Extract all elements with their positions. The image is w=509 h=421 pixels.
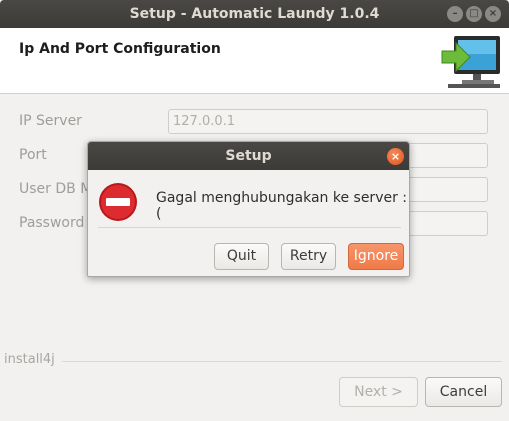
dialog-message: Gagal menghubungakan ke server :(: [156, 190, 408, 222]
dialog-titlebar: Setup ×: [88, 142, 409, 170]
ip-server-label: IP Server: [19, 113, 82, 129]
footer-divider: [62, 361, 502, 362]
retry-button[interactable]: Retry: [281, 243, 336, 270]
dialog-close-button[interactable]: ×: [387, 148, 404, 165]
password-label: Password: [19, 215, 85, 231]
ignore-button[interactable]: Ignore: [348, 243, 404, 270]
user-db-label: User DB M: [19, 181, 93, 197]
window-controls: – □ ×: [447, 6, 501, 22]
dialog-title: Setup: [225, 148, 272, 164]
port-label: Port: [19, 147, 47, 163]
installer-brand: install4j: [4, 352, 55, 367]
minimize-button[interactable]: –: [447, 6, 463, 22]
quit-button[interactable]: Quit: [214, 243, 269, 270]
page-title: Ip And Port Configuration: [19, 41, 221, 57]
dialog-divider: [98, 227, 401, 228]
window-title: Setup - Automatic Laundy 1.0.4: [129, 6, 380, 22]
monitor-arrow-icon: [441, 36, 500, 88]
error-dialog: Setup × Gagal menghubungakan ke server :…: [87, 141, 410, 277]
ip-server-input[interactable]: 127.0.0.1: [168, 109, 488, 134]
next-button[interactable]: Next >: [339, 377, 418, 407]
stop-icon: [99, 183, 137, 221]
cancel-button[interactable]: Cancel: [425, 377, 502, 407]
maximize-button[interactable]: □: [466, 6, 482, 22]
page-header: Ip And Port Configuration: [0, 28, 509, 94]
close-window-button[interactable]: ×: [485, 6, 501, 22]
window-titlebar: Setup - Automatic Laundy 1.0.4 – □ ×: [0, 0, 509, 28]
